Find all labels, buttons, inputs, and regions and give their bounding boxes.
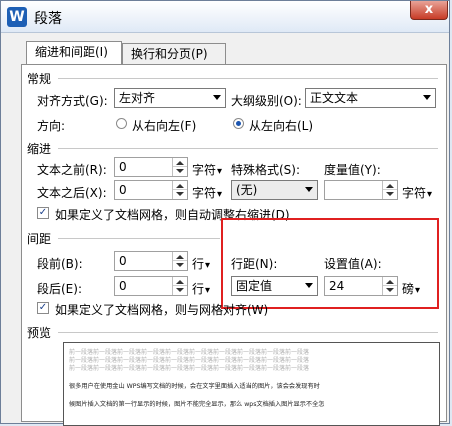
chevron-down-icon [305, 187, 313, 192]
spin-up-icon[interactable] [176, 280, 184, 284]
chevron-down-icon [213, 95, 221, 100]
spin-buttons[interactable] [382, 181, 397, 199]
space-before-stepper[interactable]: 0 [114, 251, 188, 271]
space-after-value: 0 [119, 279, 127, 293]
outline-level-select[interactable]: 正文文本 [305, 88, 436, 108]
spin-buttons[interactable] [172, 158, 187, 176]
auto-adjust-checkbox[interactable]: ✓ [37, 207, 49, 219]
alignment-select[interactable]: 左对齐 [114, 88, 226, 108]
tab-line-page-breaks[interactable]: 换行和分页(P) [122, 43, 226, 64]
indent-before-value: 0 [119, 160, 127, 174]
alignment-value: 左对齐 [119, 91, 156, 105]
indent-after-value: 0 [119, 183, 127, 197]
wps-writer-icon: W [7, 7, 27, 27]
paragraph-preview: 前一段落前一段落前一段落前一段落前一段落前一段落前一段落前一段落前一段落前一段落… [63, 342, 440, 426]
spin-down-icon[interactable] [176, 169, 184, 173]
paragraph-dialog: W 段落 x 缩进和间距(I) 换行和分页(P) 常规 对齐方式(G): 左对齐… [0, 0, 450, 426]
snap-grid-label: 如果定义了文档网格，则与网格对齐(W) [55, 303, 269, 317]
outline-level-label: 大纲级别(O): [231, 94, 302, 108]
section-general-label: 常规 [27, 72, 52, 86]
ltr-radio[interactable] [233, 118, 244, 129]
chevron-down-icon [423, 95, 431, 100]
indent-after-unit[interactable]: 字符 [192, 184, 222, 201]
indent-after-label: 文本之后(X): [37, 186, 107, 200]
rtl-label: 从右向左(F) [132, 119, 197, 133]
measure-unit[interactable]: 字符 [402, 184, 432, 201]
section-divider [58, 78, 438, 79]
indent-before-stepper[interactable]: 0 [114, 157, 188, 177]
space-before-label: 段前(B): [37, 257, 83, 271]
title-bar[interactable]: W 段落 x [1, 1, 449, 33]
spin-buttons[interactable] [172, 252, 187, 270]
preview-prev-paragraph: 前一段落前一段落前一段落前一段落前一段落前一段落前一段落前一段落前一段落前一段落 [69, 365, 310, 372]
spin-buttons[interactable] [172, 277, 187, 295]
spin-up-icon[interactable] [176, 184, 184, 188]
spin-up-icon[interactable] [176, 161, 184, 165]
spin-up-icon[interactable] [176, 255, 184, 259]
space-before-value: 0 [119, 254, 127, 268]
special-format-select[interactable]: (无) [231, 180, 318, 200]
outline-level-value: 正文文本 [310, 91, 359, 105]
spin-down-icon[interactable] [176, 288, 184, 292]
space-after-label: 段后(E): [37, 282, 82, 296]
alignment-label: 对齐方式(G): [37, 94, 108, 108]
space-before-unit[interactable]: 行 [192, 255, 210, 272]
special-format-value: (无) [236, 183, 258, 197]
dialog-title: 段落 [34, 11, 62, 27]
spin-down-icon[interactable] [386, 192, 394, 196]
direction-label: 方向: [37, 119, 66, 133]
rtl-radio[interactable] [116, 118, 127, 129]
indent-before-unit[interactable]: 字符 [192, 161, 222, 178]
spin-down-icon[interactable] [176, 263, 184, 267]
tab-indent-spacing[interactable]: 缩进和间距(I) [26, 41, 122, 65]
space-after-stepper[interactable]: 0 [114, 276, 188, 296]
preview-sample-line: 候图片插入文档的第一行显示的时候，图片不能完全显示，那么 wps文档插入图片显示… [69, 401, 325, 408]
close-button[interactable]: x [410, 1, 448, 20]
spin-down-icon[interactable] [176, 192, 184, 196]
special-format-label: 特殊格式(S): [231, 163, 301, 177]
section-divider [58, 238, 220, 239]
ltr-label: 从左向右(L) [249, 119, 314, 133]
space-after-unit[interactable]: 行 [192, 280, 210, 297]
highlight-box [221, 218, 439, 309]
indent-after-stepper[interactable]: 0 [114, 180, 188, 200]
section-preview-label: 预览 [27, 326, 52, 340]
spin-buttons[interactable] [172, 181, 187, 199]
measure-label: 度量值(Y): [324, 163, 381, 177]
section-spacing-label: 间距 [27, 232, 52, 246]
section-divider [58, 332, 438, 333]
measure-stepper[interactable] [324, 180, 398, 200]
spin-up-icon[interactable] [386, 184, 394, 188]
indent-before-label: 文本之前(R): [37, 163, 107, 177]
snap-grid-checkbox[interactable]: ✓ [37, 302, 49, 314]
preview-sample-line: 很多用户在使用金山 WPS编写文档的时候，会在文字里面插入适当的图片，该会会发现… [69, 383, 320, 390]
section-indent-label: 缩进 [27, 142, 52, 156]
section-divider [58, 148, 438, 149]
